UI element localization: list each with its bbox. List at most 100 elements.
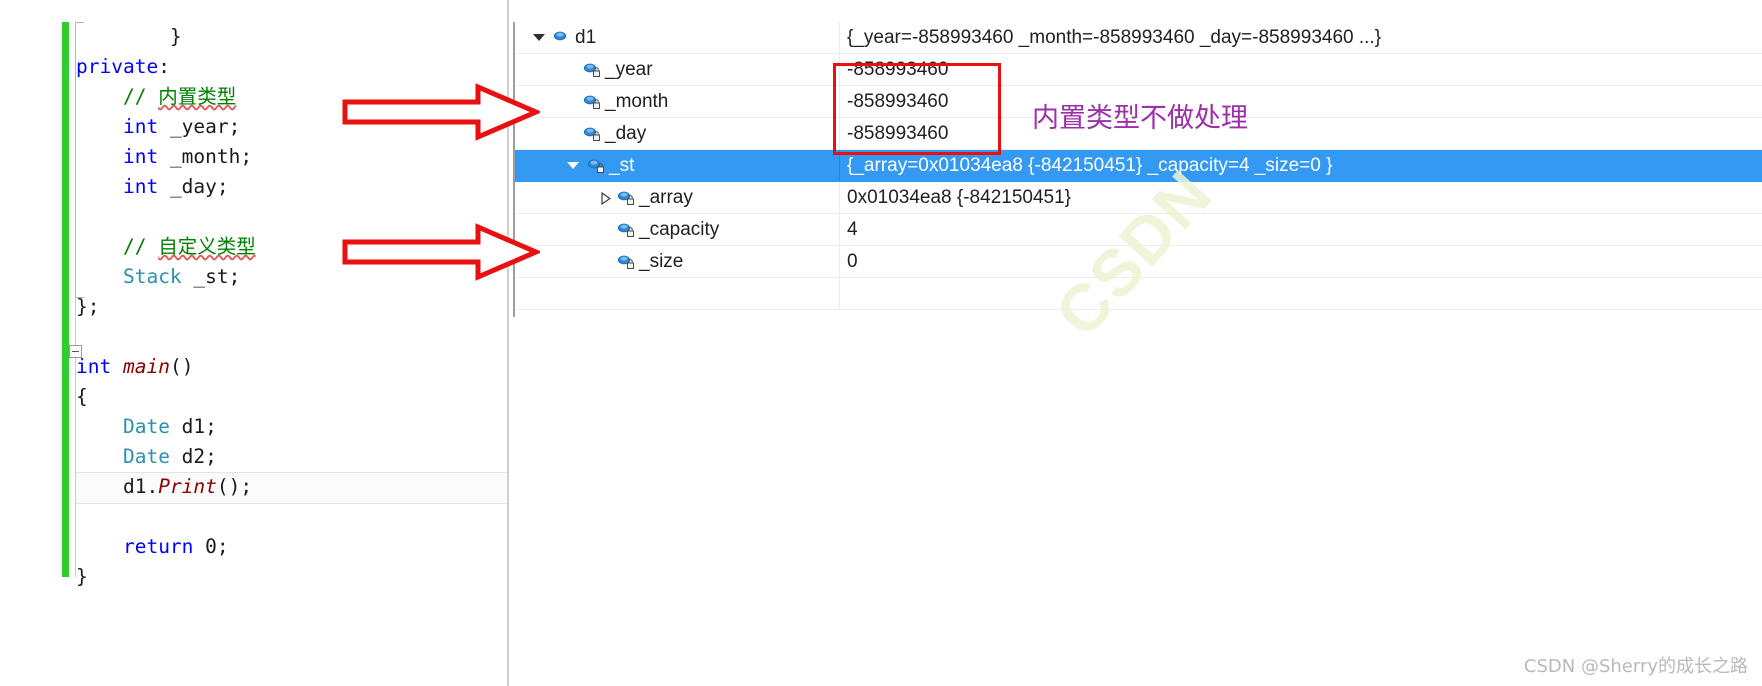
watch-variable-name: _array [639, 187, 693, 208]
watch-variable-name: _day [605, 123, 647, 144]
code-token: Date [122, 445, 170, 468]
change-tracking-bar [62, 22, 69, 577]
code-token: int [76, 355, 112, 378]
arrow-to-builtin-fields [342, 83, 540, 141]
code-token: _day; [158, 175, 229, 198]
annotation-note-builtin-types: 内置类型不做处理 [1032, 103, 1248, 134]
code-token: _month; [158, 145, 253, 168]
code-token: int [122, 115, 159, 138]
code-line: // 内置类型 [76, 82, 256, 112]
watch-variable-name: _capacity [639, 219, 720, 240]
private-field-icon [587, 158, 605, 174]
watch-row-name-cell[interactable]: d1 [515, 22, 840, 53]
object-bullet-icon [553, 30, 571, 46]
watch-variable-value[interactable]: 0x01034ea8 {-842150451} [840, 182, 1762, 213]
watch-row-name-cell[interactable]: _capacity [515, 214, 840, 245]
code-token: main [122, 355, 170, 378]
code-token: } [76, 565, 88, 588]
watch-row-name-cell[interactable]: _year [515, 54, 840, 85]
watch-row-name-cell[interactable]: _array [515, 182, 840, 213]
code-line: int main() [76, 352, 256, 382]
code-token: } [169, 25, 182, 48]
code-line: return 0; [76, 532, 256, 562]
code-line: d1.Print(); [76, 472, 256, 502]
code-token: () [169, 355, 194, 378]
code-token: _st; [181, 265, 241, 288]
watch-row[interactable]: _size 0 [515, 246, 1762, 278]
watch-row[interactable]: _capacity 4 [515, 214, 1762, 246]
code-token: d1; [169, 415, 217, 438]
private-field-icon [583, 62, 601, 78]
code-line: int _day; [76, 172, 256, 202]
watch-variable-name: _size [639, 251, 684, 272]
watch-row-name-cell[interactable]: _day [515, 118, 840, 149]
chevron-right-icon[interactable] [601, 191, 611, 205]
code-token: Stack [122, 265, 182, 288]
code-token: : [158, 55, 170, 78]
private-field-icon [617, 190, 635, 206]
code-text[interactable]: } private: // 内置类型 int _year; int _month;… [76, 22, 256, 592]
watch-variable-name: d1 [575, 27, 597, 48]
code-line: } [76, 22, 256, 52]
watch-variable-value[interactable]: -858993460 [840, 86, 1762, 117]
code-token: { [76, 385, 88, 408]
watch-variable-name: _st [609, 155, 635, 176]
code-line: } [76, 562, 256, 592]
private-field-icon [583, 94, 601, 110]
code-line: Stack _st; [76, 262, 256, 292]
code-line: { [76, 382, 256, 412]
code-token: // [122, 235, 159, 258]
watch-row[interactable]: _array 0x01034ea8 {-842150451} [515, 182, 1762, 214]
code-token: 内置类型 [158, 85, 237, 108]
watch-variable-value[interactable]: -858993460 [840, 54, 1762, 85]
code-line: // 自定义类型 [76, 232, 256, 262]
code-line: private: [76, 52, 256, 82]
code-token: _year; [158, 115, 241, 138]
watch-variable-value[interactable] [840, 278, 1762, 309]
arrow-to-custom-field [342, 223, 540, 281]
code-token: d1. [122, 475, 159, 498]
watch-row[interactable] [515, 278, 1762, 310]
code-line: Date d1; [76, 412, 256, 442]
watch-variable-value[interactable]: {_year=-858993460 _month=-858993460 _day… [840, 22, 1762, 53]
watch-row-name-cell[interactable] [515, 278, 840, 309]
watch-variable-name: _month [605, 91, 669, 112]
code-token: int [122, 145, 159, 168]
code-token: int [122, 175, 159, 198]
code-token: // [122, 85, 159, 108]
watch-row[interactable]: _year -858993460 [515, 54, 1762, 86]
code-token: return [122, 535, 194, 558]
code-token: 0 [205, 535, 217, 558]
watch-row-name-cell[interactable]: _size [515, 246, 840, 277]
chevron-down-icon[interactable] [533, 34, 545, 41]
private-field-icon [617, 222, 635, 238]
watch-row-name-cell[interactable]: _month [515, 86, 840, 117]
code-token: d2; [169, 445, 217, 468]
footer-credit: CSDN @Sherry的成长之路 [1523, 656, 1748, 677]
code-line: }; [76, 292, 256, 322]
code-token: Date [122, 415, 170, 438]
private-field-icon [583, 126, 601, 142]
debug-watch-pane[interactable]: d1 {_year=-858993460 _month=-858993460 _d… [509, 22, 1762, 317]
chevron-down-icon[interactable] [567, 162, 579, 169]
code-token: Print [158, 475, 217, 498]
code-token: private [76, 55, 159, 78]
code-line: int _month; [76, 142, 256, 172]
watch-variable-value[interactable]: 0 [840, 246, 1762, 277]
code-token: }; [76, 295, 100, 318]
code-token: ; [216, 535, 229, 558]
watch-row-name-cell[interactable]: _st [515, 150, 840, 181]
code-token: (); [216, 475, 253, 498]
watch-variable-value[interactable]: {_array=0x01034ea8 {-842150451} _capacit… [840, 150, 1762, 181]
watch-row[interactable]: d1 {_year=-858993460 _month=-858993460 _d… [515, 22, 1762, 54]
watch-variable-value[interactable]: -858993460 [840, 118, 1762, 149]
watch-variable-name: _year [605, 59, 653, 80]
code-token: 自定义类型 [158, 235, 256, 258]
watch-variable-value[interactable]: 4 [840, 214, 1762, 245]
watch-row[interactable]: _st {_array=0x01034ea8 {-842150451} _capa… [515, 150, 1762, 182]
